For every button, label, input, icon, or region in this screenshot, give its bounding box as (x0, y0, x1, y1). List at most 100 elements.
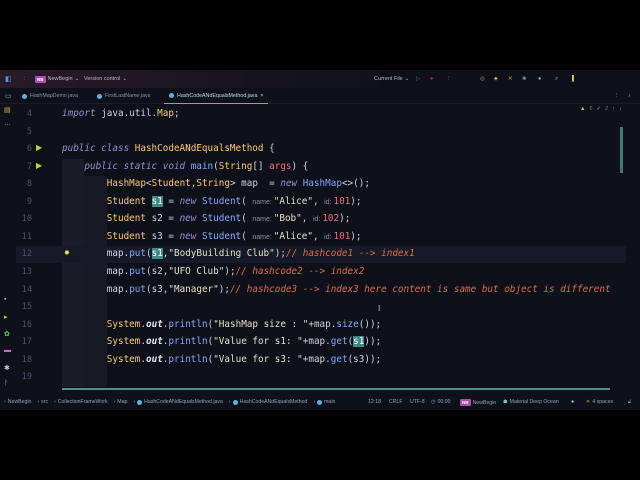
left-tool-strip: ▤ … ▪ ▸ ✿ ▬ ✱ ᚹ (0, 104, 16, 394)
status-dot-icon[interactable]: ● (571, 399, 574, 405)
code-token: = (162, 195, 180, 207)
tabs-menu-icon[interactable]: ⋮ (614, 88, 619, 104)
tab-hashmapdemo[interactable]: HashMapDemo.java (22, 88, 78, 104)
main-menu-icon[interactable]: ⋮ (22, 76, 28, 82)
code-line[interactable]: import java.util.Map; (62, 108, 180, 119)
app-logo-icon[interactable]: ◧ (5, 75, 12, 83)
breadcrumb-item[interactable]: Map (117, 399, 127, 405)
code-token: 101 (333, 230, 351, 242)
breadcrumb-item[interactable]: CollectionFrameWork (58, 399, 108, 405)
code-token: new (179, 230, 202, 242)
code-line[interactable]: map.put(s2,"UFO Club");// hashcode2 --> … (107, 266, 365, 277)
code-line[interactable]: public static void main(String[] args) { (84, 161, 308, 172)
code-line[interactable]: System.out.println("Value for s3: "+map.… (107, 354, 381, 365)
run-icon[interactable]: ▷ (416, 76, 420, 82)
code-line[interactable]: System.out.println("HashMap size : "+map… (107, 319, 381, 330)
code-line[interactable]: map.put(s3,"Manager");// hashcode3 --> i… (107, 284, 611, 295)
terminal-icon[interactable]: ▬ (4, 347, 11, 354)
breadcrumb-item[interactable]: HashCodeANdEqualsMethod.java (144, 399, 223, 405)
chevron-right-icon: › (228, 399, 231, 405)
run-config-selector[interactable]: Current File ⌄ (374, 76, 409, 82)
run-tool-icon[interactable]: ▸ (4, 313, 8, 321)
settings-tool-icon[interactable]: ✿ (4, 330, 10, 338)
ide-window: ◧ ⋮ NB NewBegin ⌄ Version control ⌄ Current… (0, 70, 640, 410)
profile-icon[interactable]: ● (538, 76, 541, 82)
plugin-icon[interactable]: ❀ (522, 76, 527, 82)
services-icon[interactable]: ▪ (4, 296, 6, 303)
bulb-icon[interactable]: ✹ (64, 249, 70, 257)
code-token: Student (106, 195, 152, 207)
code-token: map. (106, 248, 130, 260)
horizontal-scrollbar[interactable] (62, 388, 610, 390)
build-icon[interactable]: ✕ (508, 76, 513, 82)
theme-status[interactable]: ☗ Material Deep Ocean (503, 399, 559, 405)
vertical-scrollbar[interactable] (620, 127, 623, 173)
breadcrumb-item[interactable]: NewBegin (8, 399, 32, 405)
code-line[interactable]: Student s1 = new Student( name: "Alice",… (106, 195, 362, 207)
run-gutter-icon[interactable]: ▶ (36, 143, 42, 152)
project-view-icon[interactable]: ▭ (5, 88, 12, 104)
breadcrumb-item[interactable]: main (324, 399, 335, 405)
chevron-right-icon: › (133, 399, 136, 405)
line-number: 6 (26, 144, 32, 155)
code-line[interactable]: System.out.println("Value for s1: "+map.… (106, 336, 381, 348)
line-separator[interactable]: CRLF (389, 399, 403, 405)
editor-tabs: ▭ HashMapDemo.java FirstLastName.java Ha… (0, 88, 640, 104)
code-line[interactable]: public class HashCodeANdEqualsMethod { (62, 143, 275, 154)
chevron-right-icon: › (113, 399, 116, 405)
code-token: Student (201, 195, 242, 207)
breadcrumb-item[interactable]: src (41, 399, 48, 405)
parameter-hint: name: (252, 198, 274, 206)
problems-icon[interactable]: ✱ (4, 364, 10, 372)
lock-icon[interactable]: 🔓︎ (628, 399, 631, 406)
code-token: "Value for s3: " (213, 353, 303, 365)
timer[interactable]: ◷ 00:00 (431, 399, 451, 405)
code-token: size (336, 318, 359, 330)
code-token: ( (241, 195, 253, 207)
tab-hashcodeandequalsmethod[interactable]: HashCodeANdEqualsMethod.java × (164, 88, 269, 104)
code-token: 101 (333, 195, 351, 207)
prev-highlight-icon[interactable]: ↑ (612, 106, 615, 112)
code-token: ); (339, 213, 351, 225)
code-token: System (106, 353, 141, 365)
settings-icon[interactable]: ▌ (572, 76, 576, 82)
code-token: java.util. (101, 108, 158, 119)
breadcrumb-item[interactable]: HashCodeANdEqualsMethod (240, 399, 308, 405)
code-line[interactable]: map.put(s1,"BodyBuilding Club");// hashc… (106, 248, 415, 260)
notifications-icon[interactable]: ♪ (628, 88, 631, 104)
search-icon[interactable]: ⌕ (555, 76, 558, 83)
code-token: System (106, 336, 141, 348)
theme-name: Material Deep Ocean (509, 399, 559, 405)
debug-icon[interactable]: ● (430, 76, 433, 82)
code-token: [] (252, 160, 270, 172)
vcs-selector[interactable]: Version control ⌄ (84, 76, 127, 82)
caret-position[interactable]: 12:18 (368, 399, 381, 405)
code-token: ); (224, 265, 236, 277)
java-file-icon (22, 93, 27, 99)
code-token: Student (106, 213, 152, 225)
code-token: HashMap (106, 178, 146, 190)
code-line[interactable]: Student s3 = new Student( name: "Alice",… (107, 231, 362, 242)
line-number: 13 (21, 266, 32, 277)
more-icon[interactable]: ⋮ (446, 76, 452, 82)
project-status[interactable]: NB NewBegin (460, 399, 496, 406)
project-selector[interactable]: NB NewBegin ⌄ (35, 75, 79, 83)
file-encoding[interactable]: UTF-8 (410, 399, 425, 405)
indent-status[interactable]: ✕ 4 spaces (586, 399, 613, 405)
close-icon[interactable]: × (260, 93, 263, 99)
chevron-down-icon: ⌄ (122, 76, 127, 82)
ai-assistant-icon[interactable]: ◎ (480, 76, 485, 82)
more-tools-icon[interactable]: … (4, 120, 11, 127)
code-with-me-icon[interactable]: ♣ (494, 76, 498, 82)
code-line[interactable]: Student s2 = new Student( name: "Bob", i… (107, 213, 351, 224)
run-gutter-icon[interactable]: ▶ (36, 161, 42, 170)
code-line[interactable]: HashMap<Student,String> map = new HashMa… (107, 178, 370, 189)
next-highlight-icon[interactable]: ↓ (619, 106, 622, 112)
indent-icon: ✕ (586, 399, 591, 405)
structure-icon[interactable]: ▤ (4, 106, 11, 114)
code-token: <>(); (341, 178, 370, 190)
inspection-widget[interactable]: ▲ 6 ✓ 2 ↑ ↓ (580, 106, 622, 112)
tab-firstlastname[interactable]: FirstLastName.java (97, 88, 151, 104)
code-token: HashCodeANdEqualsMethod (134, 143, 264, 155)
git-icon[interactable]: ᚹ (4, 380, 8, 387)
